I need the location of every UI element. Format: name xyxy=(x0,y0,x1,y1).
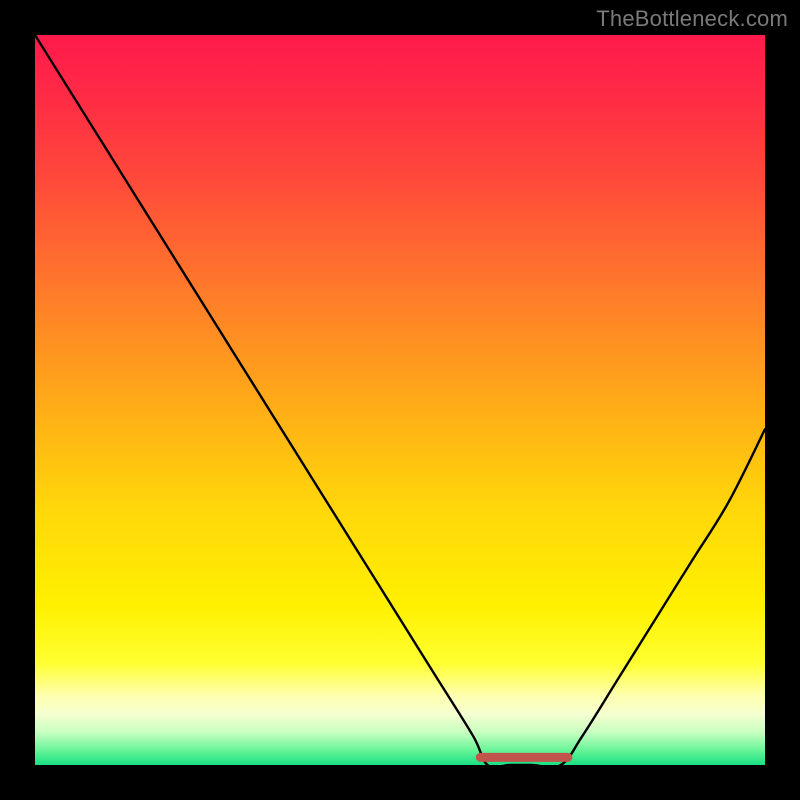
chart-frame: TheBottleneck.com xyxy=(0,0,800,800)
attribution-label: TheBottleneck.com xyxy=(596,6,788,32)
plot-area xyxy=(35,35,765,765)
bottleneck-chart xyxy=(35,35,765,765)
gradient-background xyxy=(35,35,765,765)
